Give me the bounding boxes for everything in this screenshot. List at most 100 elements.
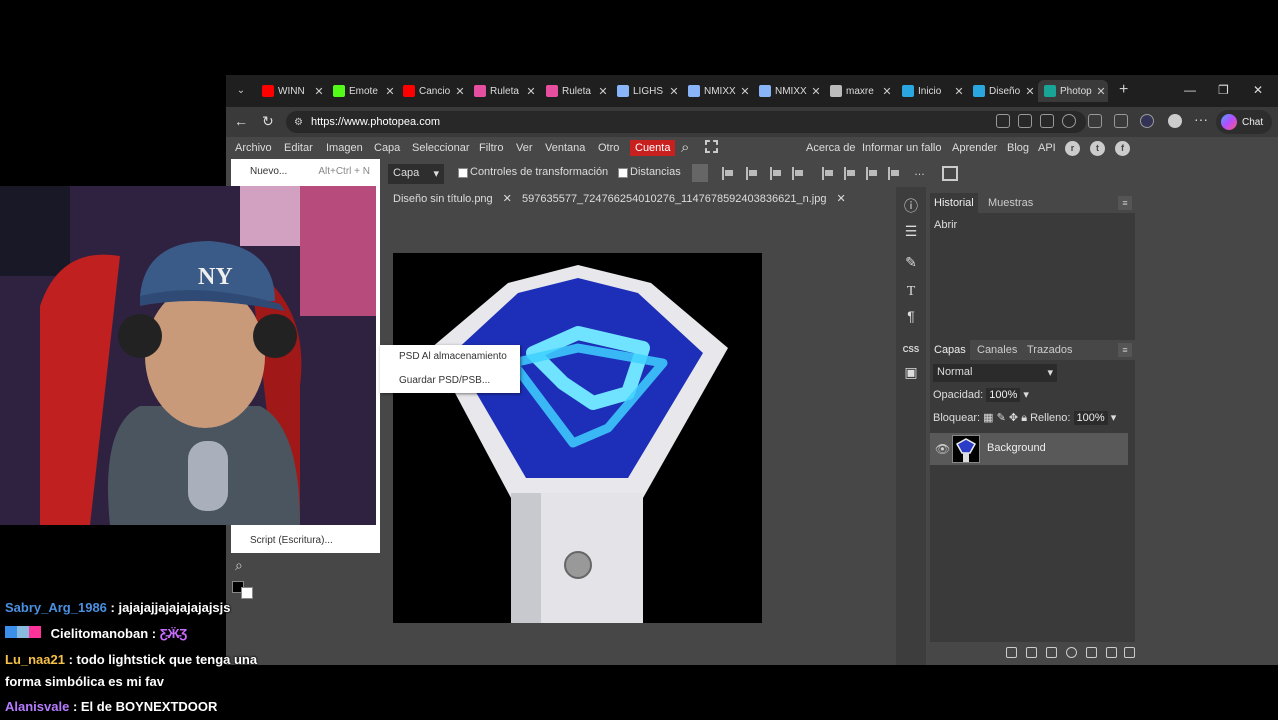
menu-cuenta[interactable]: Cuenta <box>630 140 676 156</box>
restore-icon[interactable]: ❐ <box>1218 83 1229 97</box>
browser-tab[interactable]: Cancio ✕ <box>397 80 467 102</box>
browser-tab[interactable]: Ruleta ✕ <box>540 80 610 102</box>
css-icon[interactable]: CSS <box>902 341 920 359</box>
distribute-icon[interactable] <box>792 167 804 180</box>
facebook-icon[interactable]: f <box>1115 141 1130 156</box>
distances-checkbox[interactable] <box>618 168 628 178</box>
browser-tab[interactable]: NMIXX ✕ <box>682 80 752 102</box>
canvas-area[interactable] <box>386 209 896 665</box>
menu-right-item[interactable]: Blog <box>1007 142 1029 154</box>
close-tab-icon[interactable]: ✕ <box>524 85 538 98</box>
close-tab-icon[interactable]: ✕ <box>738 85 752 98</box>
menu-filtro[interactable]: Filtro <box>479 142 503 154</box>
browser-tab[interactable]: Photop ✕ <box>1038 80 1108 102</box>
tab-capas[interactable]: Capas <box>930 340 970 360</box>
browser-tab[interactable]: Ruleta ✕ <box>468 80 538 102</box>
favorites-icon[interactable] <box>1114 114 1128 128</box>
visibility-eye-icon[interactable]: 👁︎ <box>935 442 950 456</box>
align-middle-icon[interactable] <box>844 167 856 180</box>
distribute-vertical-icon[interactable] <box>888 167 900 180</box>
new-tab-icon[interactable]: + <box>1119 81 1128 99</box>
browser-tab[interactable]: NMIXX ✕ <box>753 80 823 102</box>
menu-ventana[interactable]: Ventana <box>545 142 585 154</box>
menu-right-item[interactable]: API <box>1038 142 1056 154</box>
document-canvas[interactable] <box>393 253 762 623</box>
extension-icon[interactable] <box>1088 114 1102 128</box>
menu-seleccionar[interactable]: Seleccionar <box>412 142 469 154</box>
align-center-icon[interactable] <box>746 167 758 180</box>
submenu-psd-storage[interactable]: PSD Al almacenamiento <box>399 351 507 362</box>
back-icon[interactable]: ← <box>234 113 248 129</box>
character-icon[interactable]: T <box>902 283 920 301</box>
delete-layer-icon[interactable] <box>1124 647 1135 658</box>
close-doc-icon[interactable]: ✕ <box>503 193 512 205</box>
doc-tab-2[interactable]: 597635577_724766254010276_11476785924038… <box>522 192 846 205</box>
browser-tab[interactable]: Emote ✕ <box>327 80 397 102</box>
tab-search-icon[interactable]: ⌄ <box>232 82 250 100</box>
menu-capa[interactable]: Capa <box>374 142 400 154</box>
lock-all-icon[interactable]: 🔒︎ <box>1021 412 1027 424</box>
translate-icon[interactable] <box>1018 114 1032 128</box>
profile-avatar[interactable] <box>1168 114 1182 128</box>
menu-imagen[interactable]: Imagen <box>326 142 363 154</box>
close-window-icon[interactable]: ✕ <box>1253 83 1263 97</box>
close-tab-icon[interactable]: ✕ <box>383 85 397 98</box>
zoom-icon[interactable]: ⌕ <box>235 557 243 574</box>
submenu-save-psd[interactable]: Guardar PSD/PSB... <box>399 375 490 386</box>
browser-tab[interactable]: Inicio ✕ <box>896 80 966 102</box>
mask-icon[interactable] <box>1046 647 1057 658</box>
lock-position-icon[interactable]: ✥ <box>1009 412 1018 424</box>
opacity-input[interactable]: 100% <box>986 388 1021 402</box>
close-tab-icon[interactable]: ✕ <box>880 85 894 98</box>
download-icon[interactable] <box>1140 114 1154 128</box>
layer-row[interactable]: 👁︎ Background <box>930 433 1128 465</box>
menu-archivo[interactable]: Archivo <box>235 142 272 154</box>
menu-editar[interactable]: Editar <box>284 142 313 154</box>
menu-right-item[interactable]: Acerca de <box>806 142 856 154</box>
menu-right-item[interactable]: Aprender <box>952 142 997 154</box>
twitter-icon[interactable]: t <box>1090 141 1105 156</box>
layer-effects-icon[interactable] <box>1026 647 1037 658</box>
menu-otro[interactable]: Otro <box>598 142 619 154</box>
menu-item-new[interactable]: Nuevo... Alt+Ctrl + N <box>231 161 380 183</box>
new-group-icon[interactable] <box>1086 647 1097 658</box>
close-doc-icon[interactable]: ✕ <box>836 193 845 205</box>
auto-select-dropdown[interactable]: Capa ▾ <box>388 164 444 184</box>
browser-tab[interactable]: Diseño ✕ <box>967 80 1037 102</box>
history-entry[interactable]: Abrir <box>934 219 957 231</box>
paragraph-icon[interactable]: ¶ <box>902 307 920 325</box>
browser-tab[interactable]: LIGHS ✕ <box>611 80 681 102</box>
more-options-icon[interactable]: … <box>914 166 925 178</box>
close-tab-icon[interactable]: ✕ <box>1094 85 1108 98</box>
minimize-icon[interactable]: — <box>1184 83 1196 97</box>
fill-dropdown-icon[interactable]: ▾ <box>1111 412 1117 424</box>
background-color-swatch[interactable] <box>241 587 253 599</box>
close-tab-icon[interactable]: ✕ <box>667 85 681 98</box>
tab-canales[interactable]: Canales <box>977 344 1017 356</box>
close-tab-icon[interactable]: ✕ <box>1023 85 1037 98</box>
doc-tab-1[interactable]: Diseño sin título.png ✕ <box>393 192 512 205</box>
close-tab-icon[interactable]: ✕ <box>952 85 966 98</box>
url-field[interactable]: ⚙ https://www.photopea.com <box>286 111 1086 133</box>
align-right-icon[interactable] <box>770 167 782 180</box>
close-tab-icon[interactable]: ✕ <box>453 85 467 98</box>
link-layers-icon[interactable] <box>1006 647 1017 658</box>
transform-controls-checkbox[interactable] <box>458 168 468 178</box>
browser-tab[interactable]: maxre ✕ <box>824 80 894 102</box>
grid-icon[interactable] <box>942 166 958 181</box>
align-top-icon[interactable] <box>822 167 834 180</box>
download-layer-icon[interactable] <box>692 164 708 182</box>
browser-tab[interactable]: WINN ✕ <box>256 80 326 102</box>
tab-trazados[interactable]: Trazados <box>1027 344 1072 356</box>
new-layer-icon[interactable] <box>1106 647 1117 658</box>
align-bottom-icon[interactable] <box>866 167 878 180</box>
align-left-icon[interactable] <box>722 167 734 180</box>
tab-muestras[interactable]: Muestras <box>988 197 1033 209</box>
close-tab-icon[interactable]: ✕ <box>809 85 823 98</box>
menu-right-item[interactable]: Informar un fallo <box>862 142 941 154</box>
fill-input[interactable]: 100% <box>1073 411 1108 425</box>
reddit-icon[interactable]: r <box>1065 141 1080 156</box>
lock-transparency-icon[interactable]: ▦ <box>983 412 993 424</box>
adjustment-layer-icon[interactable] <box>1066 647 1077 658</box>
panel-menu-icon[interactable]: ≡ <box>1118 343 1132 357</box>
